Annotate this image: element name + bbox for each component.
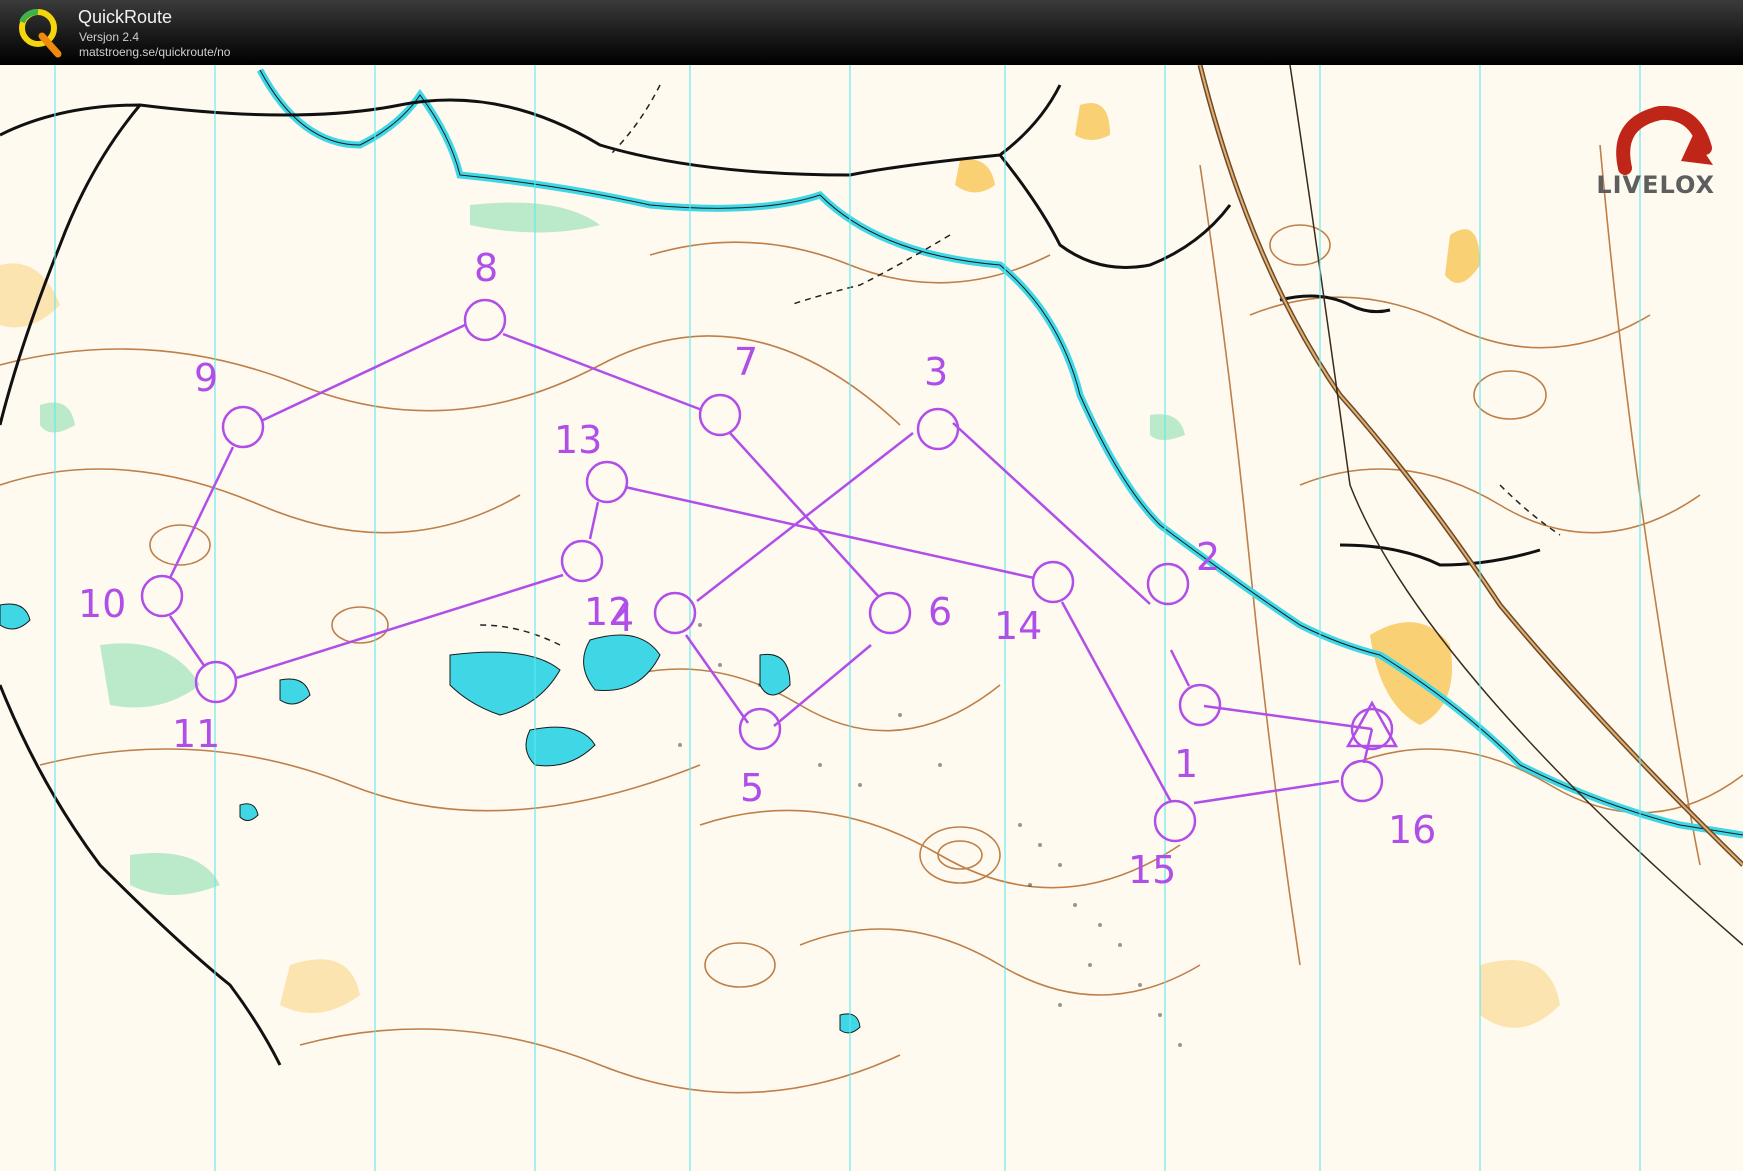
control-circle[interactable]: [585, 460, 629, 504]
course-leg: [684, 634, 750, 724]
app-title: QuickRoute: [78, 7, 173, 27]
quickroute-window: QuickRoute Versjon 2.4 matstroeng.se/qui…: [0, 0, 1743, 1171]
control-label: 14: [994, 604, 1042, 648]
course-leg: [1169, 649, 1191, 687]
course-leg: [502, 332, 703, 412]
control-label: 9: [194, 356, 218, 400]
title-bar: QuickRoute Versjon 2.4 matstroeng.se/qui…: [0, 0, 1743, 65]
control-label: 6: [928, 590, 952, 634]
control-circle[interactable]: [463, 298, 507, 342]
control-circle[interactable]: [738, 707, 782, 751]
quickroute-q-logo-icon: [19, 8, 62, 58]
control-circle[interactable]: [221, 405, 265, 449]
control-label: 5: [740, 766, 764, 810]
control-labels: 1 2 3 4 5 6 7 8 9 10 11 12 13 14 15 16: [78, 246, 1436, 892]
control-circle[interactable]: [1153, 799, 1197, 843]
control-label: 11: [172, 712, 220, 756]
orienteering-map[interactable]: 1 2 3 4 5 6 7 8 9 10 11 12 13 14 15 16 L…: [0, 65, 1743, 1171]
control-circle[interactable]: [916, 407, 960, 451]
control-circle[interactable]: [698, 393, 742, 437]
control-circle[interactable]: [140, 574, 184, 618]
open-land-areas: [0, 103, 1560, 1028]
stream-outline: [259, 69, 1743, 836]
control-label: 8: [474, 246, 498, 290]
livelox-watermark: LIVELOX: [1596, 171, 1715, 199]
control-circle[interactable]: [1031, 560, 1075, 604]
rocky-ground: [678, 623, 1182, 1047]
control-label: 1: [1174, 742, 1198, 786]
control-circle[interactable]: [1146, 562, 1190, 606]
app-version: Versjon 2.4: [79, 30, 140, 44]
vegetation-areas: [40, 202, 1185, 895]
map-canvas[interactable]: 1 2 3 4 5 6 7 8 9 10 11 12 13 14 15 16: [0, 65, 1743, 1171]
course-leg: [260, 323, 466, 423]
control-label: 7: [734, 340, 758, 384]
course-leg: [1060, 601, 1173, 803]
control-label: 16: [1388, 808, 1436, 852]
course-leg: [952, 422, 1151, 605]
roads: [0, 84, 1541, 1066]
control-circle[interactable]: [194, 660, 238, 704]
course-leg: [1193, 779, 1340, 805]
control-label: 15: [1128, 848, 1176, 892]
control-label: 12: [584, 590, 632, 634]
control-circle[interactable]: [868, 591, 912, 635]
control-circle[interactable]: [1178, 683, 1222, 727]
control-label: 2: [1196, 535, 1220, 579]
control-label: 3: [924, 350, 948, 394]
control-circle[interactable]: [1340, 759, 1384, 803]
control-circle[interactable]: [560, 539, 604, 583]
control-circle[interactable]: [653, 591, 697, 635]
app-url-link[interactable]: matstroeng.se/quickroute/no: [79, 45, 230, 59]
course-leg: [588, 501, 600, 540]
footpaths: [479, 84, 1561, 646]
stream: [256, 68, 1743, 839]
course-leg: [624, 485, 1035, 580]
course-legs: [168, 323, 1374, 805]
control-label: 13: [554, 418, 602, 462]
course-leg: [1203, 704, 1373, 731]
control-label: 10: [78, 582, 126, 626]
